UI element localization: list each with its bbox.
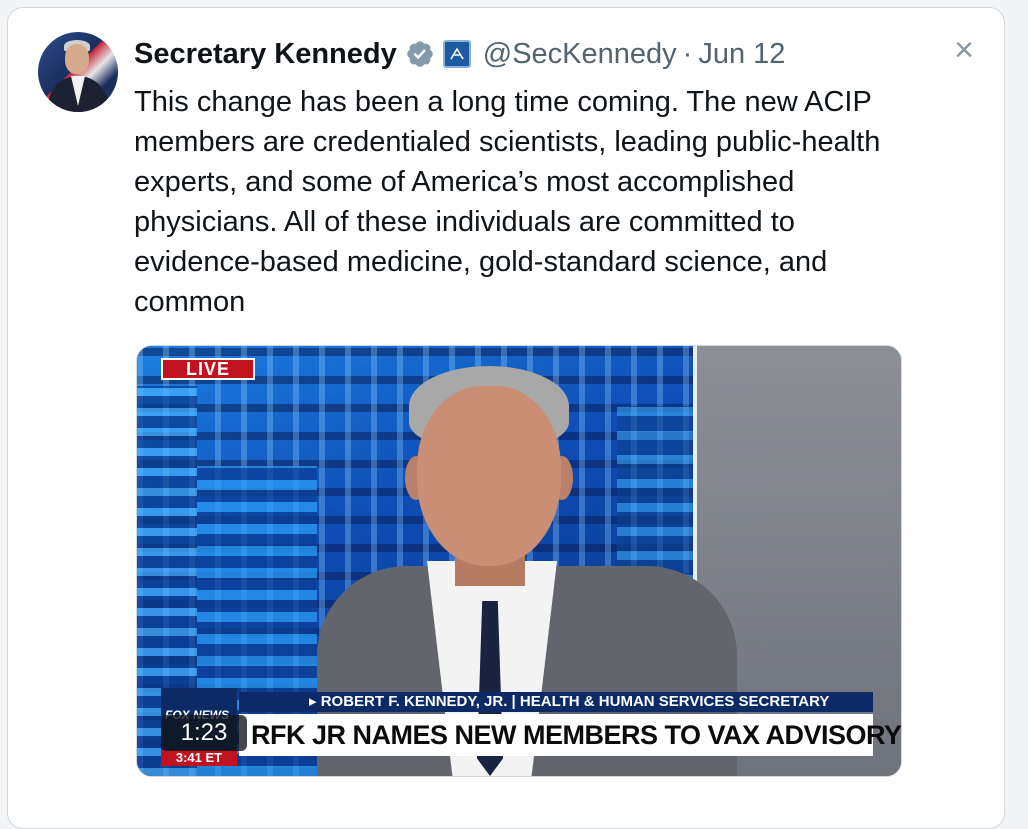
author-name[interactable]: Secretary Kennedy <box>134 38 397 71</box>
verified-badge-icon <box>406 41 433 67</box>
tweet-text: This change has been a long time coming.… <box>134 86 881 318</box>
name-strap: ▸ ROBERT F. KENNEDY, JR. | HEALTH & HUMA… <box>239 692 873 712</box>
headline-strap: RFK JR NAMES NEW MEMBERS TO VAX ADVISORY… <box>239 714 901 756</box>
author-handle[interactable]: @SecKennedy <box>483 38 677 71</box>
close-icon[interactable]: × <box>948 33 980 67</box>
avatar[interactable] <box>38 32 118 112</box>
speaker-face <box>417 386 561 566</box>
tweet-header: Secretary Kennedy @SecKennedy · Jun 12 <box>134 34 785 74</box>
avatar-face <box>65 44 89 74</box>
broadcast-time: 3:41 ET <box>161 750 237 766</box>
government-agency-icon[interactable] <box>442 40 471 68</box>
live-badge: LIVE <box>161 358 255 380</box>
separator-dot: · <box>682 37 693 70</box>
tweet-date[interactable]: Jun 12 <box>698 38 785 71</box>
eagle-icon <box>450 47 464 60</box>
video-duration: 1:23 <box>161 715 247 751</box>
news-lower-third: FOX NEWS 3:41 ET ▸ ROBERT F. KENNEDY, JR… <box>161 688 901 766</box>
tweet-card[interactable]: Secretary Kennedy @SecKennedy · Jun 12 ×… <box>7 7 1005 829</box>
video-player[interactable]: LIVE FOX NEWS 3:41 ET ▸ ROBERT F. KENNED… <box>136 345 902 777</box>
